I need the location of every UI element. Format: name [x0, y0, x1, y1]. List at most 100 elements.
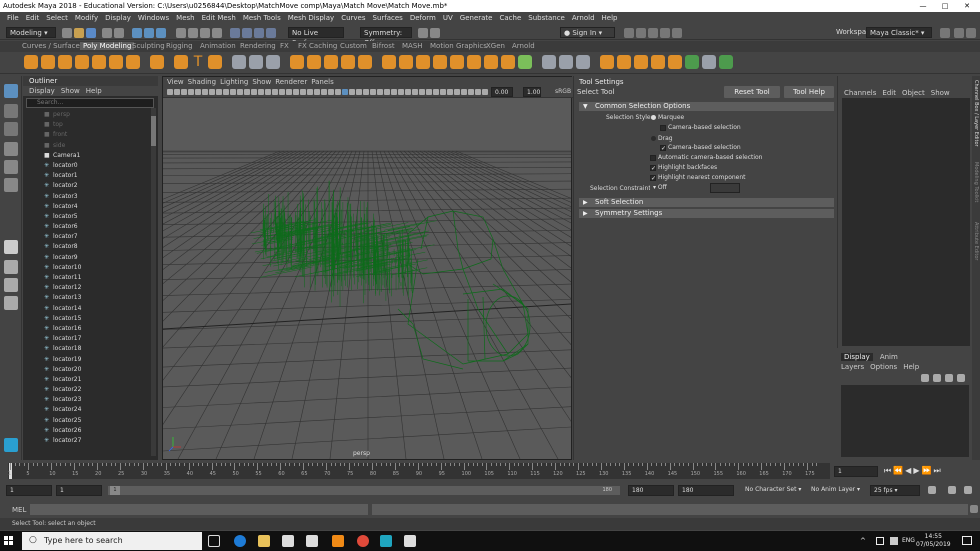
shelf-tab-motion-graphics[interactable]: Motion Graphics [430, 42, 487, 50]
panel-toolbar-button[interactable] [440, 89, 446, 95]
poly-cylinder-icon[interactable] [58, 55, 72, 69]
auto-key-icon[interactable] [948, 486, 956, 494]
fill-hole-icon[interactable] [399, 55, 413, 69]
outliner-item[interactable]: ✳ locator16 [23, 324, 151, 334]
layer-move-up-icon[interactable] [921, 374, 929, 382]
maximize-button[interactable]: □ [934, 0, 956, 12]
panel-toolbar-button[interactable] [405, 89, 411, 95]
save-scene-icon[interactable] [86, 28, 96, 38]
panel-toolbar-button[interactable] [272, 89, 278, 95]
rotate-tool-icon[interactable] [4, 160, 18, 174]
outliner-item[interactable]: ✳ locator23 [23, 395, 151, 405]
step-back-key-icon[interactable]: ⏪ [893, 466, 905, 475]
platonic-solid-icon[interactable] [150, 55, 164, 69]
auto-uv-icon[interactable] [600, 55, 614, 69]
viewport-menu-lighting[interactable]: Lighting [220, 78, 248, 86]
outliner-item[interactable]: ✳ locator27 [23, 436, 151, 446]
panel-toolbar-button[interactable] [433, 89, 439, 95]
go-to-start-icon[interactable]: ⏮ [884, 466, 893, 475]
layout-uv-icon[interactable] [719, 55, 733, 69]
shelf-tab-bifrost[interactable]: Bifrost [372, 42, 395, 50]
menu-mesh-tools[interactable]: Mesh Tools [243, 14, 281, 22]
outliner-item[interactable]: ✳ locator3 [23, 192, 151, 202]
common-selection-frame[interactable]: ▼ Common Selection Options [579, 102, 834, 111]
vlc-icon[interactable] [332, 535, 344, 547]
workspace-dropdown[interactable]: Maya Classic* ▾ [866, 27, 932, 38]
single-perspective-layout-icon[interactable] [4, 240, 18, 254]
outliner-item[interactable]: ✳ locator21 [23, 375, 151, 385]
new-scene-icon[interactable] [62, 28, 72, 38]
camera-based-checkbox-2[interactable]: ✓ [660, 145, 666, 152]
panel-toolbar-button[interactable] [377, 89, 383, 95]
insert-edge-loop-icon[interactable] [433, 55, 447, 69]
outliner-menu-help[interactable]: Help [86, 87, 102, 95]
camera-based-checkbox-1[interactable] [660, 125, 666, 131]
ipr-render-icon[interactable] [242, 28, 252, 38]
sidebar-toggle-icon[interactable] [624, 28, 634, 38]
windows-start-icon[interactable] [4, 536, 14, 546]
channels-menu[interactable]: Channels [844, 89, 876, 97]
shelf-tab-rendering[interactable]: Rendering [240, 42, 276, 50]
shelf-tab-animation[interactable]: Animation [200, 42, 236, 50]
panel-toolbar-button[interactable] [482, 89, 488, 95]
poly-plane-icon[interactable] [109, 55, 123, 69]
panel-toolbar-button[interactable] [391, 89, 397, 95]
rename-icon[interactable] [430, 28, 440, 38]
panel-toolbar-button[interactable] [188, 89, 194, 95]
outliner-item[interactable]: ■ top [23, 120, 151, 130]
outliner-item[interactable]: ✳ locator15 [23, 314, 151, 324]
marquee-radio[interactable] [651, 115, 656, 120]
bevel-edge-icon[interactable] [382, 55, 396, 69]
tab-anim[interactable]: Anim [877, 353, 901, 361]
outliner-item[interactable]: ■ persp [23, 110, 151, 120]
offset-edge-loop-icon[interactable] [450, 55, 464, 69]
outliner-item[interactable]: ✳ locator26 [23, 426, 151, 436]
channels-show-menu[interactable]: Show [931, 89, 950, 97]
poly-cube-icon[interactable] [41, 55, 55, 69]
maya-taskbar-icon[interactable] [380, 535, 392, 547]
super-shape-icon[interactable] [174, 55, 188, 69]
outliner-menu-show[interactable]: Show [61, 87, 80, 95]
panel-toolbar-button[interactable] [468, 89, 474, 95]
viewport-menu-panels[interactable]: Panels [311, 78, 334, 86]
append-polygon-icon[interactable] [467, 55, 481, 69]
panel-toolbar-button[interactable] [356, 89, 362, 95]
unfold-uv-icon[interactable] [668, 55, 682, 69]
paint-select-icon[interactable] [4, 122, 18, 136]
outliner-item[interactable]: ✳ locator7 [23, 232, 151, 242]
shelf-tab-custom[interactable]: Custom [340, 42, 367, 50]
menu-surfaces[interactable]: Surfaces [373, 14, 403, 22]
select-tool-icon[interactable] [4, 84, 18, 98]
channels-object-menu[interactable]: Object [902, 89, 925, 97]
end-time-field[interactable]: 180 [678, 485, 734, 496]
shelf-tab-arnold[interactable]: Arnold [512, 42, 535, 50]
render-settings-icon[interactable] [254, 28, 264, 38]
panel-toolbar-button[interactable] [412, 89, 418, 95]
outliner-item[interactable]: ✳ locator9 [23, 253, 151, 263]
tab-display[interactable]: Display [841, 353, 873, 361]
panel-toolbar-button[interactable] [209, 89, 215, 95]
panel-toolbar-button[interactable] [258, 89, 264, 95]
panel-toolbar-button[interactable] [384, 89, 390, 95]
chrome-icon[interactable] [357, 535, 369, 547]
svg-icon[interactable] [208, 55, 222, 69]
panel-toolbar-button[interactable] [307, 89, 313, 95]
undo-icon[interactable] [102, 28, 112, 38]
cylindrical-uv-icon[interactable] [634, 55, 648, 69]
menu-file[interactable]: File [7, 14, 19, 22]
nearest-component-checkbox[interactable]: ✓ [650, 175, 656, 182]
command-input[interactable] [30, 504, 368, 515]
channel-box-layer-editor-tab[interactable]: Channel Box / Layer Editor [973, 80, 979, 147]
panel-toolbar-button[interactable] [314, 89, 320, 95]
scale-tool-icon[interactable] [4, 178, 18, 192]
panel-toolbar-button[interactable] [398, 89, 404, 95]
outliner-item[interactable]: ✳ locator1 [23, 171, 151, 181]
viewport-menu-renderer[interactable]: Renderer [275, 78, 307, 86]
menu-help[interactable]: Help [602, 14, 618, 22]
menu-uv[interactable]: UV [443, 14, 453, 22]
panel-toolbar-button[interactable] [426, 89, 432, 95]
menu-edit-mesh[interactable]: Edit Mesh [202, 14, 236, 22]
go-to-end-icon[interactable]: ⏭ [933, 466, 942, 475]
outliner-item[interactable]: ✳ locator17 [23, 334, 151, 344]
panel-toolbar-button[interactable] [202, 89, 208, 95]
